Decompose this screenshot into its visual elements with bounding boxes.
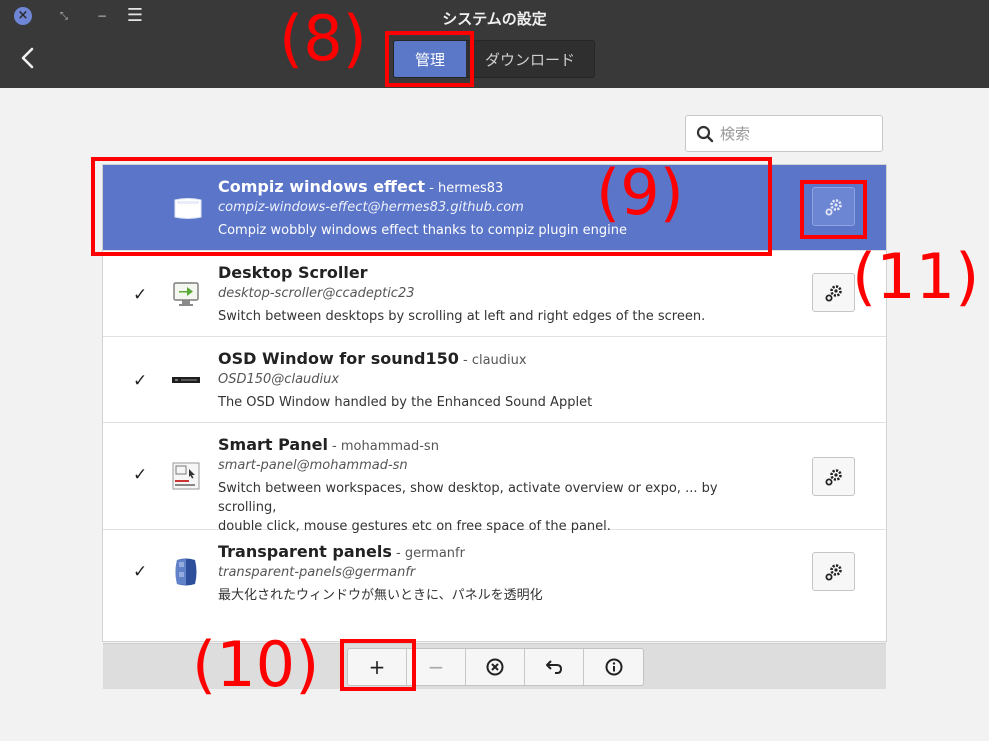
extension-description: Switch between desktops by scrolling at … [218,309,706,324]
extension-info: Desktop Scroller desktop-scroller@ccadep… [218,263,778,326]
enabled-check-icon: ✓ [133,465,148,485]
circle-x-icon [486,658,504,676]
annotation-box-8 [385,31,474,87]
gear-icon [825,563,842,580]
enabled-check-icon: ✓ [133,562,148,582]
list-item[interactable]: ✓ Transparent panels - germanfr transpar… [103,530,886,616]
desktop-arrow-icon [171,279,201,309]
annotation-label-11: (11) [852,240,980,313]
info-icon [605,658,622,676]
undo-arrow-icon [546,660,563,674]
extension-author: - claudiux [458,353,527,368]
extension-description: 最大化されたウィンドウが無いときに、パネルを透明化 [218,588,543,603]
extension-name: Transparent panels [218,542,392,561]
annotation-label-10: (10) [192,628,320,701]
extension-uuid: OSD150@claudiux [218,372,340,387]
transparent-panels-icon [171,556,201,586]
list-item[interactable]: ✓ OSD Window for sound150 - claudiux OSD… [103,337,886,423]
extension-name: Desktop Scroller [218,263,368,282]
back-button[interactable] [18,46,38,70]
search-input[interactable] [720,124,870,143]
gear-icon [825,468,842,485]
extension-author: - mohammad-sn [327,439,439,454]
annotation-box-11 [800,180,867,239]
annotation-box-10 [340,639,416,691]
uninstall-button[interactable] [466,649,525,685]
extension-uuid: transparent-panels@germanfr [218,565,416,580]
extension-uuid: desktop-scroller@ccadeptic23 [218,286,415,301]
configure-button[interactable] [812,552,855,591]
configure-button[interactable] [812,273,855,312]
info-button[interactable] [584,649,643,685]
extension-name: OSD Window for sound150 [218,349,459,368]
enabled-check-icon: ✓ [133,285,148,305]
search-icon [696,125,714,142]
annotation-label-8: (8) [279,2,367,75]
osd-bar-icon [171,371,201,401]
smart-panel-icon [171,461,201,491]
restore-default-button[interactable] [525,649,584,685]
extension-info: OSD Window for sound150 - claudiux OSD15… [218,349,778,412]
extension-uuid: smart-panel@mohammad-sn [218,458,408,473]
extension-info: Transparent panels - germanfr transparen… [218,542,778,605]
list-item[interactable]: ✓ Desktop Scroller desktop-scroller@ccad… [103,251,886,337]
list-item[interactable]: ✓ Smart Panel - mohammad-sn smart-panel@… [103,423,886,534]
search-field[interactable] [685,115,883,152]
extension-info: Smart Panel - mohammad-sn smart-panel@mo… [218,435,778,536]
header-bar: × ⤡ − ☰ システムの設定 管理 ダウンロード [0,0,989,88]
extension-description: The OSD Window handled by the Enhanced S… [218,395,593,410]
window-title: システムの設定 [442,10,547,28]
tab-download[interactable]: ダウンロード [466,41,594,77]
extension-description: Switch between workspaces, show desktop,… [218,481,718,534]
annotation-label-9: (9) [596,156,684,229]
configure-button[interactable] [812,457,855,496]
extension-author: - germanfr [391,546,465,561]
extension-name: Smart Panel [218,435,328,454]
enabled-check-icon: ✓ [133,371,148,391]
chevron-left-icon [21,47,34,69]
gear-icon [825,284,842,301]
